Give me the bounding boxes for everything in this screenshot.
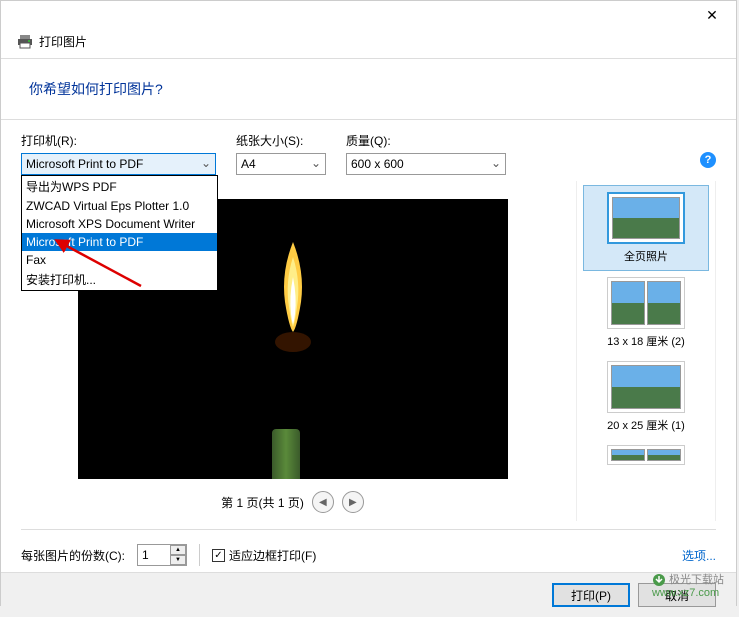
printer-label: 打印机(R): (21, 132, 216, 149)
bottom-controls: 每张图片的份数(C): 1 ▲ ▼ ✓ 适应边框打印(F) 选项... (1, 538, 736, 572)
quality-dropdown-value: 600 x 600 (351, 157, 404, 171)
thumb-image (611, 365, 681, 409)
layout-thumb-partial (607, 445, 685, 465)
fit-frame-checkbox-wrap[interactable]: ✓ 适应边框打印(F) (212, 547, 316, 564)
printer-dropdown-value: Microsoft Print to PDF (26, 157, 143, 171)
layout-label-full: 全页照片 (624, 248, 668, 264)
printer-option-pdf[interactable]: Microsoft Print to PDF (22, 233, 217, 251)
button-bar: 打印(P) 取消 (1, 572, 736, 617)
paper-label: 纸张大小(S): (236, 132, 326, 149)
watermark-site: www.xz7.com (652, 587, 719, 599)
layout-13x18[interactable]: 13 x 18 厘米 (2) (583, 271, 709, 355)
paper-dropdown[interactable]: A4 (236, 153, 326, 175)
printer-group: 打印机(R): Microsoft Print to PDF 导出为WPS PD… (21, 132, 216, 175)
spinner-down-button[interactable]: ▼ (170, 555, 186, 565)
page-info-text: 第 1 页(共 1 页) (221, 494, 304, 511)
next-page-button[interactable]: ▶ (342, 491, 364, 513)
quality-group: 质量(Q): 600 x 600 (346, 132, 506, 175)
copies-label: 每张图片的份数(C): (21, 547, 125, 564)
layouts-pane[interactable]: 全页照片 13 x 18 厘米 (2) 20 x 25 厘米 (1) (576, 181, 716, 521)
printer-option-fax[interactable]: Fax (22, 251, 217, 269)
print-dialog-window: ✕ 打印图片 你希望如何打印图片? 打印机(R): Microsoft Prin… (0, 0, 737, 606)
layout-thumb-20x25 (607, 361, 685, 413)
printer-dropdown[interactable]: Microsoft Print to PDF 导出为WPS PDF ZWCAD … (21, 153, 216, 175)
help-icon[interactable]: ? (700, 152, 716, 168)
thumb-image (611, 449, 645, 461)
thumb-image (611, 281, 645, 325)
printer-icon (17, 34, 33, 50)
layout-20x25[interactable]: 20 x 25 厘米 (1) (583, 355, 709, 439)
close-button[interactable]: ✕ (692, 3, 732, 27)
vertical-divider (199, 544, 200, 566)
dialog-title: 打印图片 (39, 33, 87, 50)
layout-full-page[interactable]: 全页照片 (583, 185, 709, 271)
layout-thumb-13x18 (607, 277, 685, 329)
thumb-image (647, 281, 681, 325)
page-info-row: 第 1 页(共 1 页) ◀ ▶ (221, 491, 364, 513)
fit-frame-label: 适应边框打印(F) (229, 547, 316, 564)
candle-body (272, 429, 300, 479)
spinner-up-button[interactable]: ▲ (170, 545, 186, 555)
copies-spinner[interactable]: 1 ▲ ▼ (137, 544, 187, 566)
copies-value: 1 (142, 548, 149, 562)
printer-option-xps[interactable]: Microsoft XPS Document Writer (22, 215, 217, 233)
titlebar: ✕ (1, 1, 736, 29)
printer-option-install[interactable]: 安装打印机... (22, 269, 217, 290)
layout-thumb-full (607, 192, 685, 244)
prev-page-button[interactable]: ◀ (312, 491, 334, 513)
print-button[interactable]: 打印(P) (552, 583, 630, 607)
watermark-brand: 极光下载站 (669, 574, 724, 586)
printer-option-wps[interactable]: 导出为WPS PDF (22, 176, 217, 197)
dialog-header: 打印图片 (1, 29, 736, 58)
download-icon (652, 573, 666, 587)
banner: 你希望如何打印图片? (1, 58, 736, 120)
layout-partial[interactable] (583, 439, 709, 471)
divider (21, 529, 716, 530)
options-link[interactable]: 选项... (682, 547, 716, 564)
watermark: 极光下载站 www.xz7.com (652, 571, 724, 599)
thumb-image (612, 197, 680, 239)
fit-frame-checkbox[interactable]: ✓ (212, 549, 225, 562)
layout-label-20x25: 20 x 25 厘米 (1) (607, 417, 685, 433)
printer-option-zwcad[interactable]: ZWCAD Virtual Eps Plotter 1.0 (22, 197, 217, 215)
paper-group: 纸张大小(S): A4 (236, 132, 326, 175)
candle-flame-icon (263, 232, 323, 362)
controls-row: 打印机(R): Microsoft Print to PDF 导出为WPS PD… (1, 120, 736, 181)
quality-label: 质量(Q): (346, 132, 506, 149)
paper-dropdown-value: A4 (241, 157, 256, 171)
printer-dropdown-list: 导出为WPS PDF ZWCAD Virtual Eps Plotter 1.0… (21, 175, 218, 291)
layout-label-13x18: 13 x 18 厘米 (2) (607, 333, 685, 349)
thumb-image (647, 449, 681, 461)
quality-dropdown[interactable]: 600 x 600 (346, 153, 506, 175)
banner-question: 你希望如何打印图片? (29, 79, 708, 99)
spinner-buttons: ▲ ▼ (170, 545, 186, 565)
